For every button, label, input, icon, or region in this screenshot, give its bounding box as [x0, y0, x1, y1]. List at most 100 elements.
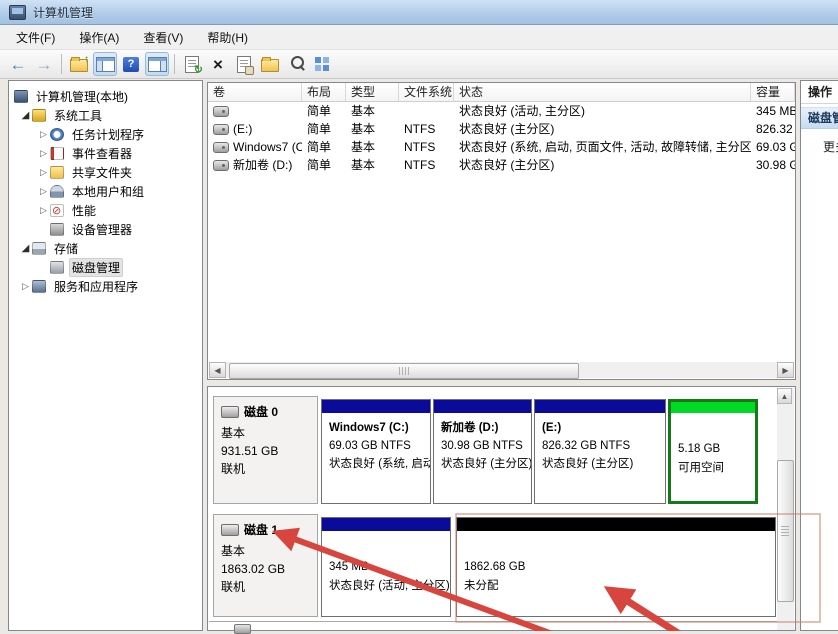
tree-item-performance[interactable]: ▷ 性能 — [9, 201, 202, 220]
partition-system-reserved[interactable]: 345 MB 状态良好 (活动, 主分区) — [321, 517, 451, 617]
actions-pane-title: 操作 — [801, 81, 838, 104]
storage-icon — [32, 242, 46, 255]
tools-icon — [32, 109, 46, 122]
back-icon[interactable]: ← — [6, 52, 30, 76]
scroll-up-icon[interactable]: ▲ — [777, 388, 792, 404]
disk-graphical-pane: 磁盘 0 基本 931.51 GB 联机 Windows7 (C:) 69.03… — [207, 386, 796, 634]
collapsed-triangle-icon[interactable]: ▷ — [37, 186, 50, 197]
properties-icon[interactable] — [232, 52, 256, 76]
disk-1-row: 磁盘 1 基本 1863.02 GB 联机 345 MB 状态良好 (活动, 主… — [208, 514, 779, 617]
show-console-tree-icon[interactable] — [93, 52, 117, 76]
unallocated-color-strip — [457, 518, 775, 532]
more-actions-item[interactable]: 更多操作 — [801, 138, 838, 155]
title-bar[interactable]: 计算机管理 — [0, 0, 838, 25]
open-folder-icon[interactable] — [258, 52, 282, 76]
tree-item-storage[interactable]: ◢ 存储 — [9, 239, 202, 258]
volume-icon — [213, 141, 229, 153]
scroll-right-icon[interactable]: ▶ — [777, 362, 794, 378]
tree-item-local-users[interactable]: ▷ 本地用户和组 — [9, 182, 202, 201]
expanded-triangle-icon[interactable]: ◢ — [19, 110, 32, 121]
scroll-left-icon[interactable]: ◀ — [209, 362, 226, 378]
toolbar-separator — [61, 54, 62, 74]
volume-icon — [213, 123, 229, 135]
delete-icon[interactable]: × — [206, 52, 230, 76]
collapsed-triangle-icon[interactable]: ▷ — [37, 167, 50, 178]
column-header-filesystem[interactable]: 文件系统 — [399, 83, 454, 102]
tree-item-computer-management[interactable]: 计算机管理(本地) — [9, 87, 202, 106]
collapsed-triangle-icon[interactable]: ▷ — [37, 129, 50, 140]
disk-type: 基本 — [221, 426, 246, 440]
task-scheduler-icon — [50, 128, 64, 141]
toolbar: ← → ? × — [0, 50, 838, 79]
actions-group-disk-management[interactable]: 磁盘管理 — [801, 107, 838, 129]
tree-item-system-tools[interactable]: ◢ 系统工具 — [9, 106, 202, 125]
tree-item-device-manager[interactable]: 设备管理器 — [9, 220, 202, 239]
device-manager-icon — [50, 223, 64, 236]
refresh-icon[interactable] — [180, 52, 204, 76]
collapsed-triangle-icon[interactable]: ▷ — [37, 148, 50, 159]
computer-icon — [14, 90, 28, 103]
disk-0-info[interactable]: 磁盘 0 基本 931.51 GB 联机 — [213, 396, 318, 504]
menu-action[interactable]: 操作(A) — [67, 26, 131, 49]
actions-pane: 操作 磁盘管理 更多操作 — [800, 80, 838, 631]
disk-status: 联机 — [221, 580, 246, 594]
find-icon[interactable] — [284, 52, 308, 76]
partition-unallocated[interactable]: 1862.68 GB 未分配 — [456, 517, 776, 617]
partition-free-space[interactable]: 5.18 GB 可用空间 — [668, 399, 758, 504]
tree-item-shared-folders[interactable]: ▷ 共享文件夹 — [9, 163, 202, 182]
console-tree-pane: 计算机管理(本地) ◢ 系统工具 ▷ 任务计划程序 ▷ 事件查看器 ▷ 共享文件… — [8, 80, 203, 631]
partition-color-strip — [322, 518, 450, 532]
menu-view[interactable]: 查看(V) — [131, 26, 195, 49]
scrollbar-thumb[interactable] — [777, 460, 794, 602]
column-header-layout[interactable]: 布局 — [302, 83, 346, 102]
shared-folders-icon — [50, 166, 64, 179]
disk-0-row: 磁盘 0 基本 931.51 GB 联机 Windows7 (C:) 69.03… — [208, 396, 779, 514]
partition-color-strip — [434, 400, 531, 414]
column-header-type[interactable]: 类型 — [346, 83, 399, 102]
tree-item-disk-management[interactable]: 磁盘管理 — [9, 258, 202, 277]
computer-management-window: { "window": {"title": "计算机管理"}, "menu": … — [0, 0, 838, 634]
console-settings-icon[interactable] — [310, 52, 334, 76]
disk-type: 基本 — [221, 544, 246, 558]
partition-windows7-c[interactable]: Windows7 (C:) 69.03 GB NTFS 状态良好 (系统, 启动… — [321, 399, 431, 504]
forward-icon[interactable]: → — [32, 52, 56, 76]
volume-icon — [213, 159, 229, 171]
show-action-pane-icon[interactable] — [145, 52, 169, 76]
scrollbar-thumb[interactable] — [229, 363, 579, 379]
menu-help[interactable]: 帮助(H) — [195, 26, 260, 49]
vertical-scrollbar[interactable]: ▲ — [777, 388, 794, 630]
disk-status: 联机 — [221, 462, 246, 476]
partition-new-volume-d[interactable]: 新加卷 (D:) 30.98 GB NTFS 状态良好 (主分区) — [433, 399, 532, 504]
disk-icon — [221, 405, 239, 418]
tree-item-services[interactable]: ▷ 服务和应用程序 — [9, 277, 202, 296]
disk-icon — [221, 523, 239, 536]
volume-table: 卷 布局 类型 文件系统 状态 容量 简单 基本 状态良好 (活动, 主分区) … — [208, 83, 795, 174]
free-space-color-strip — [671, 402, 755, 414]
collapsed-triangle-icon[interactable]: ▷ — [37, 205, 50, 216]
event-viewer-icon — [50, 147, 64, 160]
horizontal-scrollbar[interactable]: ◀ ▶ — [209, 362, 794, 379]
column-header-capacity[interactable]: 容量 — [751, 83, 795, 102]
window-title: 计算机管理 — [33, 5, 94, 20]
disk-1-info[interactable]: 磁盘 1 基本 1863.02 GB 联机 — [213, 514, 318, 617]
expanded-triangle-icon[interactable]: ◢ — [19, 243, 32, 254]
volume-icon — [213, 105, 229, 117]
export-folder-icon[interactable] — [67, 52, 91, 76]
tree-item-task-scheduler[interactable]: ▷ 任务计划程序 — [9, 125, 202, 144]
tree-item-event-viewer[interactable]: ▷ 事件查看器 — [9, 144, 202, 163]
local-users-icon — [50, 185, 64, 198]
menu-file[interactable]: 文件(F) — [4, 26, 67, 49]
toolbar-separator — [174, 54, 175, 74]
disk-management-icon — [50, 261, 64, 274]
disk-size: 1863.02 GB — [221, 562, 286, 576]
menu-bar: 文件(F) 操作(A) 查看(V) 帮助(H) — [0, 25, 838, 50]
collapsed-triangle-icon[interactable]: ▷ — [19, 281, 32, 292]
partition-color-strip — [322, 400, 430, 414]
app-icon — [9, 4, 26, 20]
column-header-status[interactable]: 状态 — [454, 83, 751, 102]
partition-e[interactable]: (E:) 826.32 GB NTFS 状态良好 (主分区) — [534, 399, 666, 504]
disk-size: 931.51 GB — [221, 444, 279, 458]
column-header-volume[interactable]: 卷 — [208, 83, 302, 102]
partition-color-strip — [535, 400, 665, 414]
help-icon[interactable]: ? — [119, 52, 143, 76]
